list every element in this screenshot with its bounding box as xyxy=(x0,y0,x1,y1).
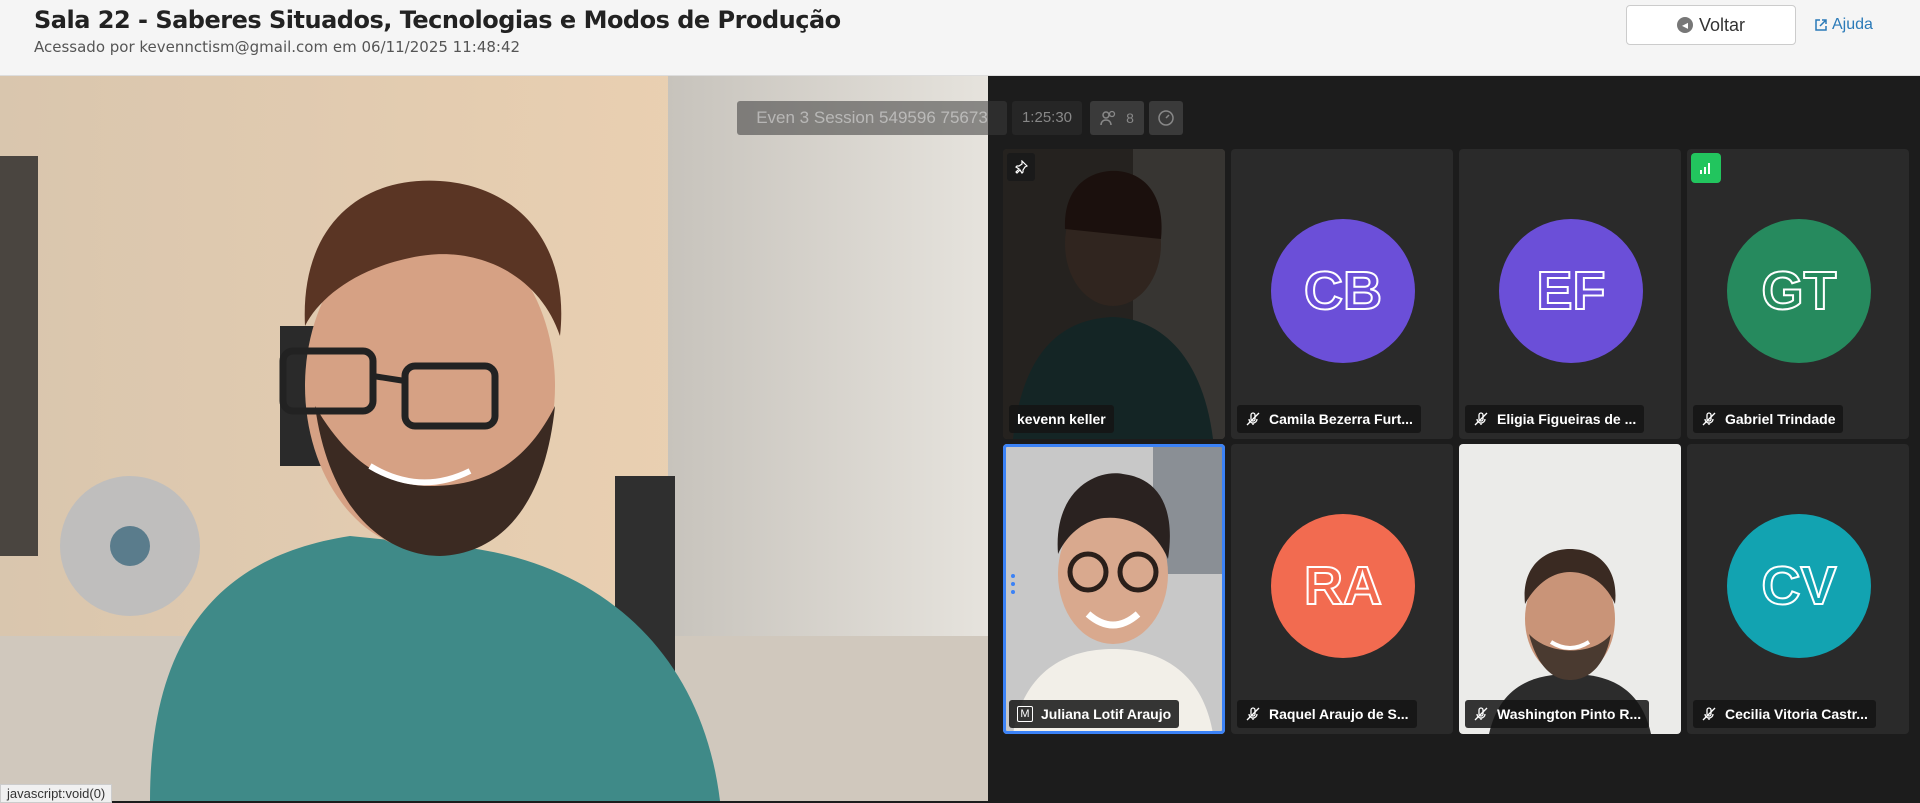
mic-muted-icon xyxy=(1474,707,1488,721)
participant-name-tag: Cecilia Vitoria Castr... xyxy=(1693,700,1876,728)
pin-icon[interactable] xyxy=(1007,153,1035,181)
participant-name-tag: Washington Pinto R... xyxy=(1465,700,1650,728)
participant-name: Gabriel Trindade xyxy=(1725,411,1836,427)
participant-name: Raquel Araujo de S... xyxy=(1269,706,1409,722)
back-arrow-icon: ◂ xyxy=(1676,17,1693,33)
main-speaker-video[interactable] xyxy=(0,76,988,801)
external-link-icon xyxy=(1815,19,1827,31)
participants-button[interactable]: 8 xyxy=(1090,101,1144,135)
mic-muted-icon xyxy=(1702,707,1716,721)
participant-name-tag: M Juliana Lotif Araujo xyxy=(1009,700,1180,728)
participant-name-tag: Eligia Figueiras de ... xyxy=(1465,405,1645,433)
browser-status-bar: javascript:void(0) xyxy=(0,784,113,803)
mic-muted-icon xyxy=(1246,707,1260,721)
participant-count: 8 xyxy=(1126,110,1134,126)
mic-muted-icon xyxy=(1474,412,1488,426)
participant-name-tag: Camila Bezerra Furt... xyxy=(1237,405,1421,433)
people-icon xyxy=(1100,110,1116,126)
participant-name: Camila Bezerra Furt... xyxy=(1269,411,1413,427)
participant-avatar: GT xyxy=(1727,219,1871,363)
back-button-label: Voltar xyxy=(1698,14,1746,35)
participant-avatar: CB xyxy=(1271,219,1415,363)
participant-tile[interactable]: CV Cecilia Vitoria Castr... xyxy=(1687,444,1909,734)
participant-name-tag: Gabriel Trindade xyxy=(1693,405,1844,433)
participant-tile[interactable]: M Juliana Lotif Araujo xyxy=(1003,444,1225,734)
page-header: Sala 22 - Saberes Situados, Tecnologias … xyxy=(0,0,1920,76)
participant-video xyxy=(1003,444,1225,734)
participant-avatar: EF xyxy=(1499,219,1643,363)
participant-video xyxy=(1003,149,1225,439)
participant-tile[interactable]: RA Raquel Araujo de S... xyxy=(1231,444,1453,734)
participant-name: Eligia Figueiras de ... xyxy=(1497,411,1637,427)
help-link[interactable]: Ajuda xyxy=(1814,16,1873,34)
access-info: Acessado por kevennctism@gmail.com em 06… xyxy=(34,38,521,56)
connection-stats-button[interactable] xyxy=(1149,101,1183,135)
participant-name-tag: kevenn keller xyxy=(1009,405,1114,433)
participant-name: Cecilia Vitoria Castr... xyxy=(1725,706,1868,722)
participant-tile[interactable]: CB Camila Bezerra Furt... xyxy=(1231,149,1453,439)
drag-handle[interactable] xyxy=(1011,574,1015,594)
participant-tile[interactable]: GT Gabriel Trindade xyxy=(1687,149,1909,439)
participant-tile[interactable]: EF Eligia Figueiras de ... xyxy=(1459,149,1681,439)
participant-avatar: CV xyxy=(1727,514,1871,658)
participant-tile[interactable]: kevenn keller xyxy=(1003,149,1225,439)
participant-name: Juliana Lotif Araujo xyxy=(1041,706,1172,722)
participant-name: kevenn keller xyxy=(1017,411,1106,427)
participant-tile[interactable]: Washington Pinto R... xyxy=(1459,444,1681,734)
help-link-label: Ajuda xyxy=(1832,16,1873,33)
moderator-icon: M xyxy=(1017,706,1033,722)
session-timer: 1:25:30 xyxy=(1012,101,1082,135)
audio-level-icon xyxy=(1691,153,1721,183)
participant-name: Washington Pinto R... xyxy=(1497,706,1642,722)
gauge-icon xyxy=(1158,110,1174,126)
session-label: Even 3 Session 549596 75673 xyxy=(737,101,1007,135)
main-video-frame xyxy=(0,76,988,801)
page-title: Sala 22 - Saberes Situados, Tecnologias … xyxy=(34,6,841,34)
mic-muted-icon xyxy=(1246,412,1260,426)
mic-muted-icon xyxy=(1702,412,1716,426)
participant-avatar: RA xyxy=(1271,514,1415,658)
back-button[interactable]: ◂ Voltar xyxy=(1626,5,1796,45)
participant-video xyxy=(1459,444,1681,734)
participant-name-tag: Raquel Araujo de S... xyxy=(1237,700,1417,728)
